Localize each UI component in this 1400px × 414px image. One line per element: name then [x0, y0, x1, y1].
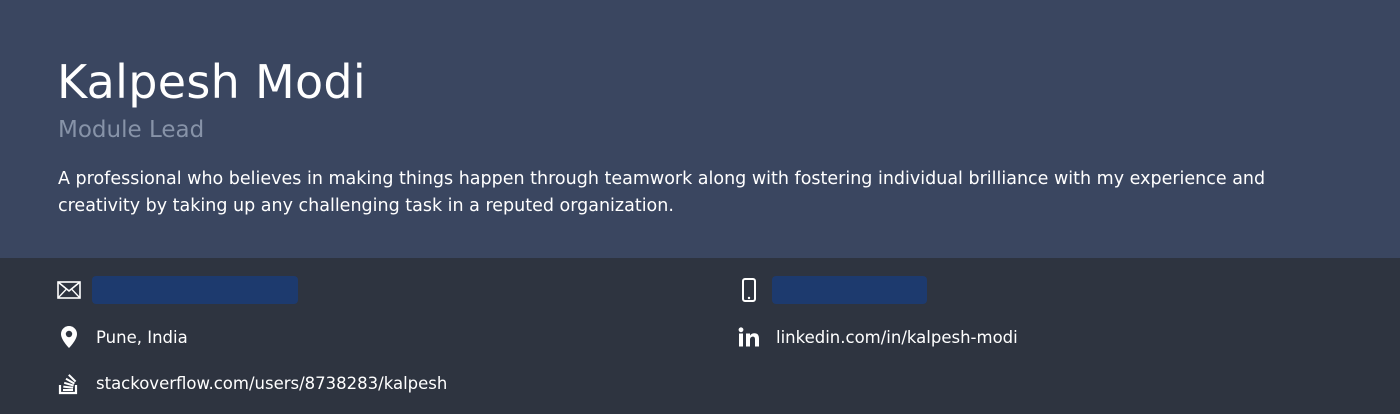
profile-name: Kalpesh Modi	[57, 55, 366, 109]
linkedin-link[interactable]: linkedin.com/in/kalpesh-modi	[776, 328, 1018, 347]
contact-email[interactable]	[57, 275, 298, 305]
email-icon	[57, 278, 81, 302]
stackoverflow-icon	[57, 371, 81, 395]
stackoverflow-link[interactable]: stackoverflow.com/users/8738283/kalpesh	[96, 374, 447, 393]
contact-phone[interactable]	[737, 275, 927, 305]
phone-value-redacted	[772, 276, 927, 304]
email-value-redacted	[92, 276, 298, 304]
profile-summary: A professional who believes in making th…	[58, 169, 1266, 216]
location-pin-icon	[57, 325, 81, 349]
contact-location: Pune, India	[57, 322, 188, 352]
location-text: Pune, India	[96, 327, 188, 347]
contact-linkedin[interactable]: linkedin.com/in/kalpesh-modi	[737, 322, 1018, 352]
linkedin-icon	[737, 325, 761, 349]
phone-icon	[737, 278, 761, 302]
contact-stackoverflow[interactable]: stackoverflow.com/users/8738283/kalpesh	[57, 368, 447, 398]
profile-header: Kalpesh Modi Module Lead A professional …	[0, 0, 1400, 258]
profile-role: Module Lead	[58, 117, 205, 143]
